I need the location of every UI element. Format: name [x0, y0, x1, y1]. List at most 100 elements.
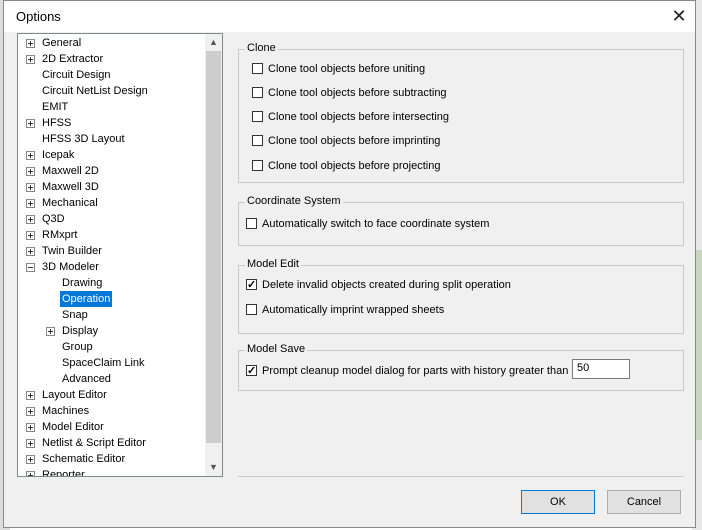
expand-icon[interactable] — [26, 423, 35, 432]
tree-item[interactable]: Layout Editor — [18, 387, 204, 403]
cancel-button[interactable]: Cancel — [607, 490, 681, 514]
tree-scrollbar[interactable]: ▲ ▼ — [205, 34, 222, 476]
expand-icon[interactable] — [26, 247, 35, 256]
options-dialog: Options ✕ General 2D Extractor Circuit Des… — [3, 0, 696, 528]
expand-icon[interactable] — [26, 39, 35, 48]
tree-item-label: Machines — [42, 405, 90, 417]
tree-item-label: Advanced — [62, 373, 111, 385]
tree-item[interactable]: Maxwell 2D — [18, 163, 204, 179]
model-edit-group-title: Model Edit — [245, 258, 301, 270]
tree-item-label: EMIT — [42, 101, 69, 113]
checkbox-icon[interactable] — [252, 160, 263, 171]
tree-item-label: Display — [62, 325, 99, 337]
clone-intersecting-label: Clone tool objects before intersecting — [268, 111, 449, 123]
dialog-title: Options — [16, 9, 61, 24]
clone-uniting-label: Clone tool objects before uniting — [268, 63, 426, 75]
tree-item-label: Group — [62, 341, 93, 353]
tree-item[interactable]: 2D Extractor — [18, 51, 204, 67]
tree-item[interactable]: Display — [18, 323, 204, 339]
tree-item-label: Model Editor — [42, 421, 104, 433]
expand-icon[interactable] — [26, 55, 35, 64]
tree-item[interactable]: Operation — [18, 291, 204, 307]
checkbox-icon[interactable] — [252, 63, 263, 74]
checkbox-icon[interactable] — [252, 87, 263, 98]
model-save-group-title: Model Save — [245, 343, 308, 355]
checkbox-icon[interactable] — [252, 111, 263, 122]
scroll-thumb[interactable] — [206, 51, 221, 443]
tree-item[interactable]: Schematic Editor — [18, 451, 204, 467]
tree-item-label: RMxprt — [42, 229, 78, 241]
expand-icon[interactable] — [26, 183, 35, 192]
clone-projecting-label: Clone tool objects before projecting — [268, 160, 441, 172]
clone-imprinting-label: Clone tool objects before imprinting — [268, 135, 441, 147]
tree-item[interactable]: Q3D — [18, 211, 204, 227]
title-bar: Options ✕ — [4, 1, 695, 32]
checkbox-icon[interactable] — [246, 363, 257, 379]
tree-item-label: Layout Editor — [42, 389, 107, 401]
tree-item[interactable]: Twin Builder — [18, 243, 204, 259]
tree-item[interactable]: Icepak — [18, 147, 204, 163]
tree-item[interactable]: Group — [18, 339, 204, 355]
tree-item[interactable]: Netlist & Script Editor — [18, 435, 204, 451]
tree-item-label: HFSS 3D Layout — [42, 133, 125, 145]
tree-item-label: 2D Extractor — [42, 53, 104, 65]
tree-item[interactable]: SpaceClaim Link — [18, 355, 204, 371]
tree-item-label: Schematic Editor — [42, 453, 126, 465]
expand-icon[interactable] — [26, 199, 35, 208]
tree-item[interactable]: Reporter — [18, 467, 204, 476]
expand-icon[interactable] — [26, 471, 35, 476]
tree-item[interactable]: Mechanical — [18, 195, 204, 211]
expand-icon[interactable] — [26, 231, 35, 240]
tree-item-label: SpaceClaim Link — [62, 357, 145, 369]
tree-item[interactable]: Machines — [18, 403, 204, 419]
tree-item[interactable]: Drawing — [18, 275, 204, 291]
checkbox-icon[interactable] — [252, 135, 263, 146]
tree-item[interactable]: Circuit NetList Design — [18, 83, 204, 99]
scroll-down-icon[interactable]: ▼ — [205, 459, 222, 476]
tree-item[interactable]: Circuit Design — [18, 67, 204, 83]
expand-icon[interactable] — [26, 391, 35, 400]
history-limit-input[interactable]: 50 — [572, 359, 630, 379]
tree-item-label: General — [42, 37, 82, 49]
checkbox-icon[interactable] — [246, 218, 257, 229]
tree-item[interactable]: Model Editor — [18, 419, 204, 435]
tree-item[interactable]: General — [18, 35, 204, 51]
tree-item-label: Mechanical — [42, 197, 98, 209]
expand-icon[interactable] — [26, 407, 35, 416]
tree-item-label: Icepak — [42, 149, 75, 161]
tree-item[interactable]: Maxwell 3D — [18, 179, 204, 195]
options-tree[interactable]: General 2D Extractor Circuit Design Circuit… — [17, 33, 223, 477]
imprint-wrapped-label: Automatically imprint wrapped sheets — [262, 304, 445, 316]
tree-item[interactable]: 3D Modeler — [18, 259, 204, 275]
tree-item[interactable]: RMxprt — [18, 227, 204, 243]
tree-item[interactable]: Advanced — [18, 371, 204, 387]
tree-item-label: Drawing — [62, 277, 103, 289]
scroll-up-icon[interactable]: ▲ — [205, 34, 222, 51]
tree-item-label: Q3D — [42, 213, 65, 225]
tree-item-label: Circuit NetList Design — [42, 85, 148, 97]
expand-icon[interactable] — [26, 119, 35, 128]
tree-item[interactable]: HFSS 3D Layout — [18, 131, 204, 147]
tree-item-label: Twin Builder — [42, 245, 102, 257]
close-icon[interactable]: ✕ — [669, 6, 689, 26]
collapse-icon[interactable] — [26, 263, 35, 272]
tree-item[interactable]: Snap — [18, 307, 204, 323]
tree-item-label: HFSS — [42, 117, 72, 129]
expand-icon[interactable] — [26, 167, 35, 176]
prompt-cleanup-label: Prompt cleanup model dialog for parts wi… — [262, 365, 569, 377]
tree-item[interactable]: HFSS — [18, 115, 204, 131]
tree-item[interactable]: EMIT — [18, 99, 204, 115]
button-separator — [238, 476, 684, 477]
expand-icon[interactable] — [26, 215, 35, 224]
checkbox-icon[interactable] — [246, 304, 257, 315]
expand-icon[interactable] — [26, 439, 35, 448]
tree-item-label: 3D Modeler — [42, 261, 99, 273]
expand-icon[interactable] — [46, 327, 55, 336]
tree-item-label: Netlist & Script Editor — [42, 437, 146, 449]
expand-icon[interactable] — [26, 151, 35, 160]
ok-button[interactable]: OK — [521, 490, 595, 514]
expand-icon[interactable] — [26, 455, 35, 464]
tree-item-label: Snap — [62, 309, 88, 321]
tree-item-label: Maxwell 2D — [42, 165, 99, 177]
checkbox-icon[interactable] — [246, 277, 257, 293]
